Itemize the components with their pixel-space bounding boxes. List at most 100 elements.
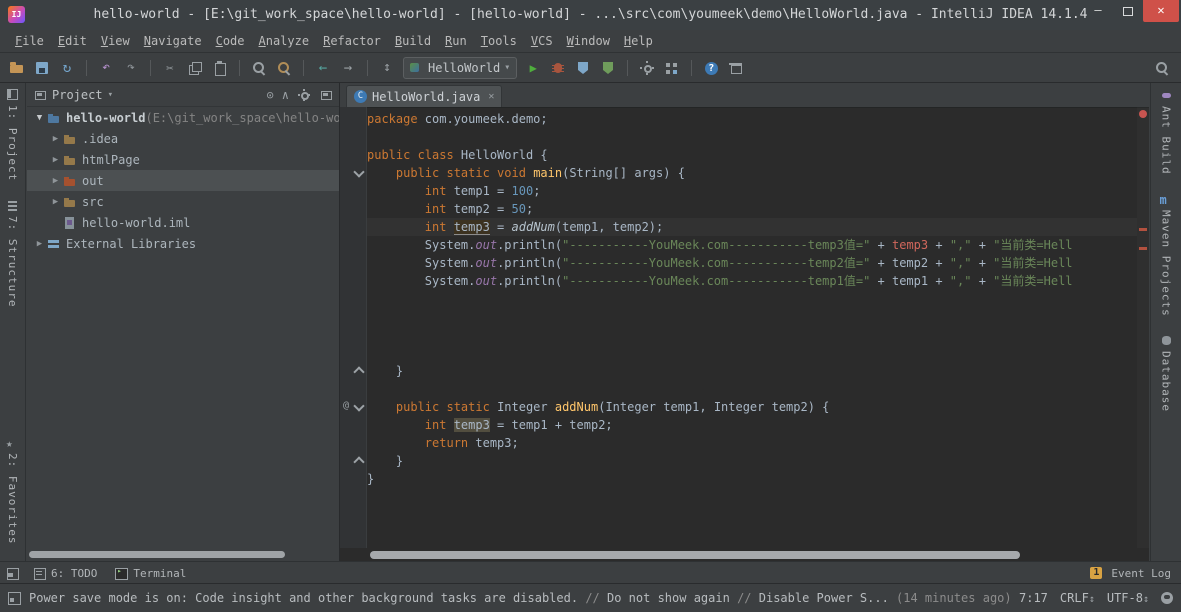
tree-item--idea[interactable]: ▶.idea [27, 128, 339, 149]
menu-build[interactable]: Build [388, 32, 438, 50]
line-separator-widget[interactable]: CRLF↕ [1060, 591, 1095, 605]
debug-icon[interactable] [549, 59, 567, 77]
tree-item-label: out [82, 174, 104, 188]
synchronize-icon[interactable] [58, 59, 76, 77]
run-with-coverage-icon[interactable] [599, 59, 617, 77]
run-configuration-combo[interactable]: HelloWorld▾ [403, 57, 517, 79]
toolwindow-button-maven-projects[interactable]: Maven Projects [1160, 193, 1173, 317]
menu-navigate[interactable]: Navigate [137, 32, 209, 50]
menu-help[interactable]: Help [617, 32, 660, 50]
menu-run[interactable]: Run [438, 32, 474, 50]
toolwindow-toggle-icon[interactable] [8, 592, 21, 605]
maximize-button[interactable] [1113, 0, 1143, 22]
tree-item-htmlpage[interactable]: ▶htmlPage [27, 149, 339, 170]
paste-icon[interactable] [211, 59, 229, 77]
forward-icon[interactable] [339, 59, 357, 77]
tree-toggle-icon[interactable]: ▶ [33, 239, 46, 249]
toolwindow-button-7-structure[interactable]: 7: Structure [6, 199, 19, 307]
toolwindow-button-6-todo[interactable]: 6: TODO [29, 566, 101, 581]
menu-file[interactable]: File [8, 32, 51, 50]
title-bar[interactable]: IJ hello-world - [E:\git_work_space\hell… [0, 0, 1181, 31]
highlighting-level-icon[interactable] [1161, 592, 1173, 604]
plugins-icon[interactable] [727, 59, 745, 77]
settings-icon[interactable] [638, 59, 656, 77]
project-structure-icon[interactable] [663, 59, 681, 77]
goto-line-icon[interactable] [378, 59, 396, 77]
project-folder-icon [46, 110, 62, 126]
tree-toggle-icon[interactable]: ▶ [49, 176, 62, 186]
back-icon[interactable] [314, 59, 332, 77]
tree-item-out[interactable]: ▶ out [27, 170, 339, 191]
error-mark[interactable] [1139, 247, 1147, 250]
code-editor[interactable]: package com.youmeek.demo; public class H… [367, 107, 1137, 548]
fold-close-icon[interactable] [353, 366, 364, 377]
editor-tab-helloworld.java[interactable]: CHelloWorld.java✕ [346, 85, 502, 107]
cut-icon[interactable] [161, 59, 179, 77]
tree-item-label: hello-world [66, 111, 145, 125]
caret-position-widget[interactable]: 7:17 [1019, 591, 1048, 605]
close-button[interactable]: ✕ [1143, 0, 1179, 22]
editor-horizontal-scrollbar[interactable] [370, 551, 1020, 559]
tree-toggle-icon[interactable]: ▶ [49, 134, 62, 144]
tree-toggle-icon[interactable]: ▼ [33, 113, 46, 123]
toolwindow-button-label: Database [1160, 351, 1173, 412]
copy-icon[interactable] [186, 59, 204, 77]
gear-icon[interactable] [297, 88, 311, 102]
fold-open-icon[interactable] [353, 166, 364, 177]
collapse-all-icon[interactable]: ∧ [282, 88, 289, 102]
run-config-label: HelloWorld [428, 61, 500, 75]
help-icon[interactable] [702, 59, 720, 77]
close-tab-icon[interactable]: ✕ [488, 91, 494, 102]
menu-vcs[interactable]: VCS [524, 32, 560, 50]
tree-item-hello-world-iml[interactable]: hello-world.iml [27, 212, 339, 233]
coverage-icon[interactable] [574, 59, 592, 77]
replace-icon[interactable] [275, 59, 293, 77]
menu-code[interactable]: Code [209, 32, 252, 50]
run-icon[interactable] [524, 59, 542, 77]
inspection-status-icon[interactable] [1139, 110, 1147, 118]
minimize-button[interactable]: — [1083, 0, 1113, 22]
do-not-show-again-link[interactable]: Do not show again [607, 591, 730, 605]
menu-tools[interactable]: Tools [474, 32, 524, 50]
tree-toggle-icon[interactable]: ▶ [49, 197, 62, 207]
tree-item-src[interactable]: ▶src [27, 191, 339, 212]
find-icon[interactable] [250, 59, 268, 77]
tree-item-external-libraries[interactable]: ▶External Libraries [27, 233, 339, 254]
menu-view[interactable]: View [94, 32, 137, 50]
disable-power-save-link[interactable]: Disable Power S... [759, 591, 889, 605]
menu-window[interactable]: Window [560, 32, 617, 50]
fold-close-icon[interactable] [353, 456, 364, 467]
scroll-from-source-icon[interactable]: ⊙ [267, 88, 274, 102]
save-all-icon[interactable] [33, 59, 51, 77]
toolwindow-anchor-icon[interactable] [6, 567, 19, 580]
search-everywhere-icon[interactable] [1153, 59, 1171, 77]
tree-item-hello-world[interactable]: ▼hello-world (E:\git_work_space\hello-wo [27, 107, 339, 128]
menu-edit[interactable]: Edit [51, 32, 94, 50]
menu-refactor[interactable]: Refactor [316, 32, 388, 50]
tree-toggle-icon[interactable]: ▶ [49, 155, 62, 165]
notification-badge[interactable]: 1 [1090, 567, 1102, 579]
undo-icon[interactable] [97, 59, 115, 77]
toolwindow-button-label: Terminal [133, 567, 186, 580]
project-panel-title[interactable]: Project [52, 88, 103, 102]
fold-open-icon[interactable] [353, 400, 364, 411]
error-mark[interactable] [1139, 228, 1147, 231]
toolwindow-button-ant-build[interactable]: Ant Build [1160, 89, 1173, 175]
folder-icon [62, 194, 78, 210]
redo-icon[interactable] [122, 59, 140, 77]
toolwindow-button-database[interactable]: Database [1160, 334, 1173, 412]
encoding-widget[interactable]: UTF-8↕ [1107, 591, 1149, 605]
hide-panel-icon[interactable] [319, 88, 333, 102]
toolwindow-button-event-log[interactable]: Event Log [1107, 566, 1175, 581]
annotation-gutter-icon[interactable]: @ [343, 400, 349, 411]
chevron-down-icon[interactable]: ▾ [108, 90, 113, 100]
code-line: } [367, 470, 1137, 488]
error-stripe[interactable] [1137, 107, 1149, 548]
menu-analyze[interactable]: Analyze [252, 32, 317, 50]
code-line: public static Integer addNum(Integer tem… [367, 398, 1137, 416]
open-folder-icon[interactable] [8, 59, 26, 77]
toolwindow-button-1-project[interactable]: 1: Project [6, 88, 19, 181]
project-panel-horizontal-scrollbar[interactable] [29, 551, 285, 558]
toolwindow-button-2-favorites[interactable]: 2: Favorites [6, 436, 19, 544]
toolwindow-button-terminal[interactable]: Terminal [111, 566, 190, 581]
